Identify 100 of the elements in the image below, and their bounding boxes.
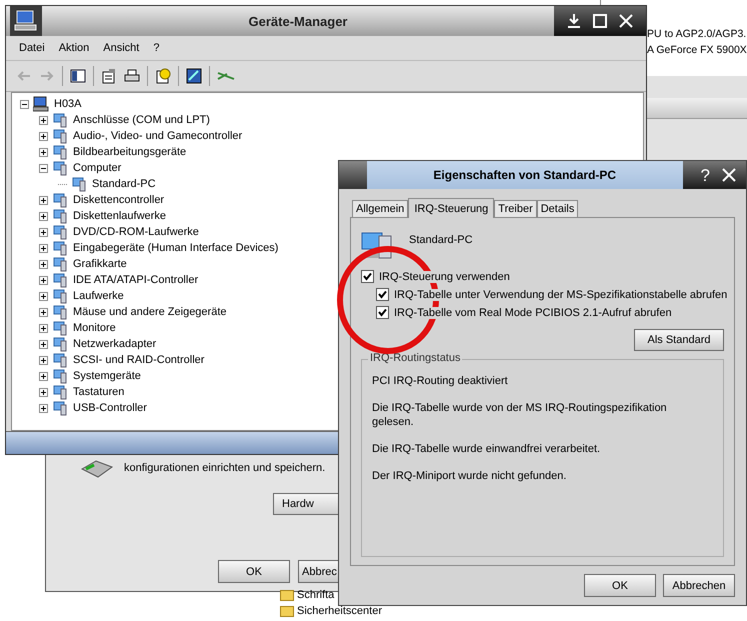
expand-icon[interactable] bbox=[39, 244, 48, 252]
tree-item[interactable]: Eingabegeräte (Human Interface Devices) bbox=[72, 242, 280, 254]
expand-icon[interactable] bbox=[39, 308, 48, 316]
tree-item[interactable]: Anschlüsse (COM und LPT) bbox=[72, 114, 211, 126]
device-icon bbox=[52, 384, 68, 400]
expand-icon[interactable] bbox=[39, 388, 48, 396]
expand-icon[interactable] bbox=[39, 356, 48, 364]
checkbox-label: IRQ-Tabelle vom Real Mode PCIBIOS 2.1-Aufruf abrufen bbox=[394, 306, 672, 318]
checkbox[interactable] bbox=[361, 270, 374, 283]
tree-item[interactable]: USB-Controller bbox=[72, 402, 148, 414]
expand-icon[interactable] bbox=[39, 260, 48, 268]
expand-icon[interactable] bbox=[39, 324, 48, 332]
tab[interactable]: Treiber bbox=[494, 200, 537, 217]
device-icon bbox=[52, 272, 68, 288]
folder-icon bbox=[280, 589, 294, 601]
device-icon bbox=[52, 240, 68, 256]
expand-icon[interactable] bbox=[39, 196, 48, 204]
expand-icon[interactable] bbox=[39, 404, 48, 412]
device-icon bbox=[52, 160, 68, 176]
device-icon bbox=[52, 368, 68, 384]
device-icon bbox=[52, 144, 68, 160]
tree-item[interactable]: Standard-PC bbox=[91, 178, 157, 190]
list-item[interactable]: Sicherheitscenter bbox=[297, 604, 382, 618]
dialog-button[interactable]: OK bbox=[584, 574, 656, 597]
folder-icon bbox=[280, 605, 294, 617]
tree-item[interactable]: Laufwerke bbox=[72, 290, 125, 302]
tree-item[interactable]: Mäuse und andere Zeigegeräte bbox=[72, 306, 228, 318]
expand-icon[interactable] bbox=[39, 132, 48, 140]
dialog-title: Eigenschaften von Standard-PC bbox=[432, 168, 618, 182]
menu-item[interactable]: Aktion bbox=[52, 40, 96, 56]
help-icon[interactable] bbox=[155, 68, 171, 84]
minimize-icon[interactable] bbox=[566, 13, 582, 29]
tab[interactable]: Details bbox=[536, 200, 578, 217]
device-icon bbox=[52, 304, 68, 320]
device-icon bbox=[52, 192, 68, 208]
tree-item[interactable]: SCSI- und RAID-Controller bbox=[72, 354, 206, 366]
checkbox-label: IRQ-Steuerung verwenden bbox=[379, 270, 510, 282]
tree-item[interactable]: Tastaturen bbox=[72, 386, 126, 398]
device-icon bbox=[52, 208, 68, 224]
checkbox[interactable] bbox=[376, 306, 389, 319]
tree-item[interactable]: Diskettencontroller bbox=[72, 194, 166, 206]
tree-item[interactable]: Diskettenlaufwerke bbox=[72, 210, 167, 222]
dialog-text: konfigurationen einrichten und speichern. bbox=[124, 462, 326, 474]
collapse-icon[interactable] bbox=[20, 100, 29, 108]
properties-icon[interactable] bbox=[101, 68, 117, 84]
status-text: PCI IRQ-Routing deaktiviert bbox=[372, 374, 509, 388]
expand-icon[interactable] bbox=[39, 340, 48, 348]
expand-icon[interactable] bbox=[39, 212, 48, 220]
device-icon bbox=[71, 176, 87, 192]
close-icon[interactable] bbox=[722, 168, 736, 182]
device-description: PU to AGP2.0/AGP3. bbox=[647, 27, 747, 42]
expand-icon[interactable] bbox=[39, 116, 48, 124]
tree-item[interactable]: Computer bbox=[72, 162, 122, 174]
expand-icon[interactable] bbox=[39, 228, 48, 236]
tree-item[interactable]: DVD/CD-ROM-Laufwerke bbox=[72, 226, 200, 238]
group-title: IRQ-Routingstatus bbox=[368, 352, 462, 364]
printer-icon[interactable] bbox=[124, 68, 140, 84]
device-icon bbox=[52, 112, 68, 128]
close-icon[interactable] bbox=[618, 13, 634, 29]
checkbox-label: IRQ-Tabelle unter Verwendung der MS-Spezifikationstabelle abrufen bbox=[394, 288, 728, 300]
tree-item[interactable]: Bildbearbeitungsgeräte bbox=[72, 146, 188, 158]
list-item[interactable]: Schrifta bbox=[297, 588, 334, 602]
menu-item[interactable]: Ansicht bbox=[96, 40, 146, 56]
computer-icon bbox=[33, 96, 49, 112]
panel-icon[interactable] bbox=[70, 68, 86, 84]
tree-item[interactable]: Systemgeräte bbox=[72, 370, 142, 382]
device-icon bbox=[52, 320, 68, 336]
window-title: Geräte-Manager bbox=[248, 14, 348, 28]
expand-icon[interactable] bbox=[39, 276, 48, 284]
menu-item[interactable]: ? bbox=[146, 40, 166, 56]
expand-icon[interactable] bbox=[39, 292, 48, 300]
device-name: Standard-PC bbox=[409, 233, 473, 246]
help-button[interactable]: ? bbox=[700, 166, 710, 184]
tree-item[interactable]: IDE ATA/ATAPI-Controller bbox=[72, 274, 200, 286]
tree-item[interactable]: Monitore bbox=[72, 322, 117, 334]
hardware-button[interactable]: Hardw bbox=[273, 493, 339, 515]
dialog-button[interactable]: OK bbox=[218, 560, 290, 583]
device-description: A GeForce FX 5900X bbox=[647, 43, 747, 58]
device-icon bbox=[52, 128, 68, 144]
title-bar-cap bbox=[339, 161, 367, 189]
expand-icon[interactable] bbox=[39, 148, 48, 156]
device-icon bbox=[52, 352, 68, 368]
collapse-icon[interactable] bbox=[39, 164, 48, 172]
checkbox[interactable] bbox=[376, 288, 389, 301]
status-text: Die IRQ-Tabelle wurde einwandfrei verarbeitet. bbox=[372, 442, 602, 456]
device-icon bbox=[52, 256, 68, 272]
status-text: Die IRQ-Tabelle wurde von der MS IRQ-Routingspezifikation gelesen. bbox=[372, 401, 668, 429]
default-button[interactable]: Als Standard bbox=[634, 329, 724, 351]
dialog-button[interactable]: Abbrechen bbox=[663, 574, 735, 597]
device-icon bbox=[52, 336, 68, 352]
tree-item[interactable]: Netzwerkadapter bbox=[72, 338, 158, 350]
tree-item[interactable]: H03A bbox=[53, 98, 83, 110]
expand-icon[interactable] bbox=[39, 372, 48, 380]
tab[interactable]: IRQ-Steuerung bbox=[408, 198, 494, 218]
maximize-icon[interactable] bbox=[592, 13, 608, 29]
tab[interactable]: Allgemein bbox=[352, 200, 408, 217]
menu-item[interactable]: Datei bbox=[12, 40, 52, 56]
tree-item[interactable]: Audio-, Video- und Gamecontroller bbox=[72, 130, 244, 142]
status-text: Der IRQ-Miniport wurde nicht gefunden. bbox=[372, 469, 568, 483]
tree-item[interactable]: Grafikkarte bbox=[72, 258, 128, 270]
